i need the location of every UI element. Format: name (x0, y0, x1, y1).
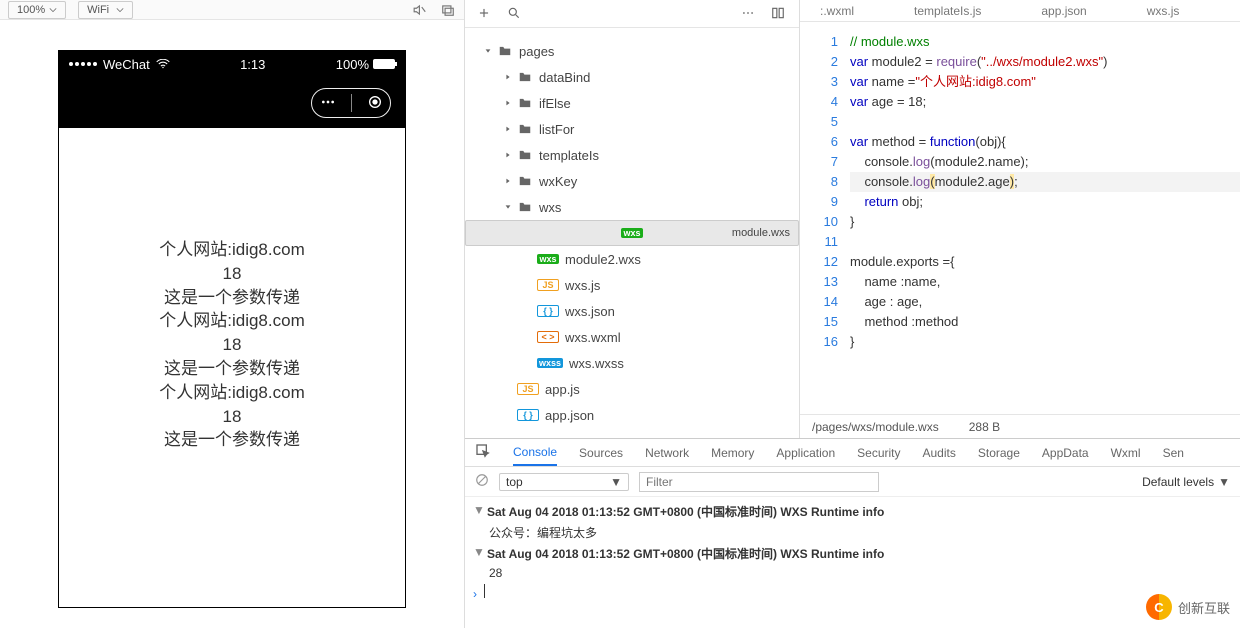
wifi-icon (156, 59, 170, 69)
console-log-line: ▼Sat Aug 04 2018 01:13:52 GMT+0800 (中国标准… (465, 543, 1240, 564)
folder-listFor[interactable]: listFor (465, 116, 799, 142)
devtools-tab-audits[interactable]: Audits (923, 446, 956, 460)
page-text-line: 这是一个参数传递 (59, 428, 405, 452)
status-file-path: /pages/wxs/module.wxs (812, 420, 939, 434)
devtools-tab-console[interactable]: Console (513, 445, 557, 466)
file-wxs-json[interactable]: { }wxs.json (465, 298, 799, 324)
page-text-line: 这是一个参数传递 (59, 357, 405, 381)
code-body[interactable]: // module.wxsvar module2 = require("../w… (850, 22, 1240, 414)
file-wxs-js[interactable]: JSwxs.js (465, 272, 799, 298)
chevron-down-icon (116, 6, 124, 14)
editor-tab[interactable]: wxs.js (1147, 4, 1180, 21)
search-icon[interactable] (507, 6, 523, 22)
status-bar: WeChat 1:13 100% (59, 50, 405, 78)
file-module-wxs[interactable]: wxsmodule.wxs (465, 220, 799, 246)
console-prompt[interactable]: › (465, 582, 1240, 603)
folder-ifElse[interactable]: ifElse (465, 90, 799, 116)
zoom-value: 100% (17, 4, 45, 16)
target-icon[interactable] (367, 94, 383, 113)
page-text-line: 18 (59, 333, 405, 357)
editor-statusline: /pages/wxs/module.wxs 288 B (800, 414, 1240, 438)
more-icon[interactable] (741, 6, 757, 22)
devtools-tab-security[interactable]: Security (857, 446, 900, 460)
watermark-text: 创新互联 (1178, 598, 1230, 617)
console-log-line: 28 (465, 564, 1240, 582)
log-level-select[interactable]: Default levels ▼ (1142, 475, 1230, 489)
folder-templateIs[interactable]: templateIs (465, 142, 799, 168)
devtools-tab-sources[interactable]: Sources (579, 446, 623, 460)
editor-tabs: :.wxml templateIs.js app.json wxs.js (800, 0, 1240, 22)
zoom-select[interactable]: 100% (8, 1, 66, 19)
add-tab-icon[interactable] (477, 6, 493, 22)
page-content: 个人网站:idig8.com18这是一个参数传递个人网站:idig8.com18… (59, 128, 405, 452)
nav-bar (59, 78, 405, 128)
battery-icon (373, 59, 395, 69)
folder-pages[interactable]: pages (465, 38, 799, 64)
editor-tab[interactable]: templateIs.js (914, 4, 981, 21)
file-app-json[interactable]: { }app.json (465, 402, 799, 428)
log-level-value: Default levels (1142, 475, 1214, 489)
file-app-js[interactable]: JSapp.js (465, 376, 799, 402)
editor-tab[interactable]: app.json (1041, 4, 1086, 21)
folder-wxKey[interactable]: wxKey (465, 168, 799, 194)
devtools-tab-application[interactable]: Application (776, 446, 835, 460)
devtools-tab-memory[interactable]: Memory (711, 446, 754, 460)
inspect-element-icon[interactable] (475, 443, 491, 462)
more-icon[interactable] (320, 94, 336, 113)
status-file-size: 288 B (969, 420, 1000, 434)
devtools-tab-network[interactable]: Network (645, 446, 689, 460)
file-wxs-wxml[interactable]: < >wxs.wxml (465, 324, 799, 350)
file-explorer-tree: pagesdataBindifElselistFortemplateIswxKe… (465, 28, 799, 438)
folder-wxs[interactable]: wxs (465, 194, 799, 220)
editor-tab[interactable]: :.wxml (820, 4, 854, 21)
phone-simulator: WeChat 1:13 100% 个人网站:i (58, 50, 406, 608)
chevron-down-icon (49, 6, 57, 14)
statusbar-time: 1:13 (170, 57, 336, 72)
context-select[interactable]: top ▼ (499, 473, 629, 491)
console-filter-input[interactable] (639, 472, 879, 492)
network-select[interactable]: WiFi (78, 1, 133, 19)
page-text-line: 个人网站:idig8.com (59, 238, 405, 262)
devtools-tab-wxml[interactable]: Wxml (1111, 446, 1141, 460)
console-output: ▼Sat Aug 04 2018 01:13:52 GMT+0800 (中国标准… (465, 497, 1240, 628)
devtools-tab-storage[interactable]: Storage (978, 446, 1020, 460)
devtools-tab-appdata[interactable]: AppData (1042, 446, 1089, 460)
devtools-tab-sen[interactable]: Sen (1163, 446, 1184, 460)
mute-icon[interactable] (412, 2, 428, 18)
folder-dataBind[interactable]: dataBind (465, 64, 799, 90)
network-value: WiFi (87, 4, 109, 16)
page-text-line: 个人网站:idig8.com (59, 381, 405, 405)
capsule-menu[interactable] (311, 88, 391, 118)
line-number-gutter: 12345678910111213141516 (800, 22, 850, 414)
page-text-line: 18 (59, 262, 405, 286)
context-value: top (506, 475, 523, 489)
signal-dots-icon (69, 62, 97, 66)
simulator-top-toolbar: 100% WiFi (0, 0, 464, 20)
console-log-line: 公众号：编程坑太多 (465, 522, 1240, 543)
file-wxs-wxss[interactable]: wxsswxs.wxss (465, 350, 799, 376)
clear-console-icon[interactable] (475, 473, 489, 490)
file-module2-wxs[interactable]: wxsmodule2.wxs (465, 246, 799, 272)
page-text-line: 这是一个参数传递 (59, 286, 405, 310)
split-icon[interactable] (771, 6, 787, 22)
window-icon[interactable] (440, 2, 456, 18)
page-text-line: 个人网站:idig8.com (59, 309, 405, 333)
carrier-label: WeChat (103, 57, 150, 72)
console-log-line: ▼Sat Aug 04 2018 01:13:52 GMT+0800 (中国标准… (465, 501, 1240, 522)
watermark: C 创新互联 (1146, 594, 1230, 620)
page-text-line: 18 (59, 405, 405, 429)
battery-percent: 100% (336, 57, 369, 72)
